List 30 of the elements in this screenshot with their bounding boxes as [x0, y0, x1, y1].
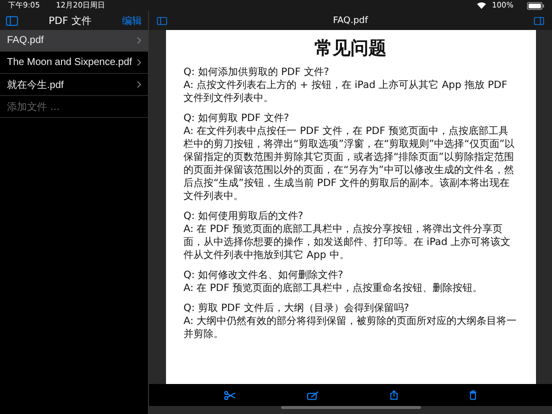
chevron-icon — [137, 37, 141, 44]
scissors-icon[interactable] — [224, 390, 236, 400]
share-icon[interactable] — [390, 390, 398, 400]
faq-answer: A: 在 PDF 预览页面的底部工具栏中，点按重命名按钮、删除按钮。 — [184, 282, 484, 295]
edit-icon[interactable] — [307, 390, 320, 400]
faq-answer: A: 大纲中仍然有效的部分将得到保留，被剪除的页面所对应的大纲条目将一并剪除。 — [184, 315, 518, 341]
trash-icon[interactable] — [468, 390, 477, 400]
edit-button[interactable]: 编辑 — [122, 14, 142, 28]
faq-answer: A: 在 PDF 预览页面的底部工具栏中，点按分享按钮，将弹出文件分享页面，从中选择你想要的操作，如发送邮件、打印等。在 iPad 上亦可将该文件从文件列表中拖放到其它 App 中。 — [184, 223, 512, 262]
sidebar-toggle-icon[interactable] — [6, 16, 18, 26]
faq-answer: A: 点按文件列表右上方的 + 按钮，在 iPad 上亦可从其它 App 拖放 PDF 文件到文件列表中。 — [184, 79, 508, 105]
chevron-icon — [137, 59, 141, 66]
faq-question: Q: 如何使用剪取后的文件? — [184, 210, 304, 223]
panel-toggle-icon[interactable] — [534, 16, 544, 24]
add-file-item[interactable]: 添加文件 ... — [0, 96, 148, 118]
sidebar-title: PDF 文件 — [48, 14, 92, 28]
chevron-icon — [137, 81, 141, 88]
faq-answer: A: 在文件列表中点按任一 PDF 文件，在 PDF 预览页面中，点按底部工具栏中的剪刀按钮，将弹出“剪取选项”浮窗，在“剪取规则”中选择“仅页面”以保留指定的页数范围并剪除其它页面，或者选择“排除页面”以剪除指定范围的页面并保留该范围以外的页面，在“另存为”中可以修改生成的文件名，然后点按“生成”按钮，生成当前 PDF 文件的剪取后的副本。该副本将出现在文件列表中。 — [184, 125, 516, 203]
faq-question: Q: 剪取 PDF 文件后，大纲（目录）会得到保留吗? — [184, 302, 410, 315]
battery-icon — [527, 2, 544, 10]
wifi-icon — [477, 2, 486, 9]
faq-question: Q: 如何剪取 PDF 文件? — [184, 112, 290, 125]
page-heading: 常见问题 — [314, 37, 388, 60]
document-title: FAQ.pdf — [332, 16, 369, 26]
sidebar-toggle-icon[interactable] — [157, 16, 167, 24]
faq-question: Q: 如何修改文件名、如何删除文件? — [184, 269, 344, 282]
file-item[interactable]: FAQ.pdf — [0, 30, 148, 52]
faq-question: Q: 如何添加供剪取的 PDF 文件? — [184, 66, 330, 79]
file-item[interactable]: The Moon and Sixpence.pdf — [0, 52, 148, 74]
file-item[interactable]: 就在今生.pdf — [0, 74, 148, 96]
